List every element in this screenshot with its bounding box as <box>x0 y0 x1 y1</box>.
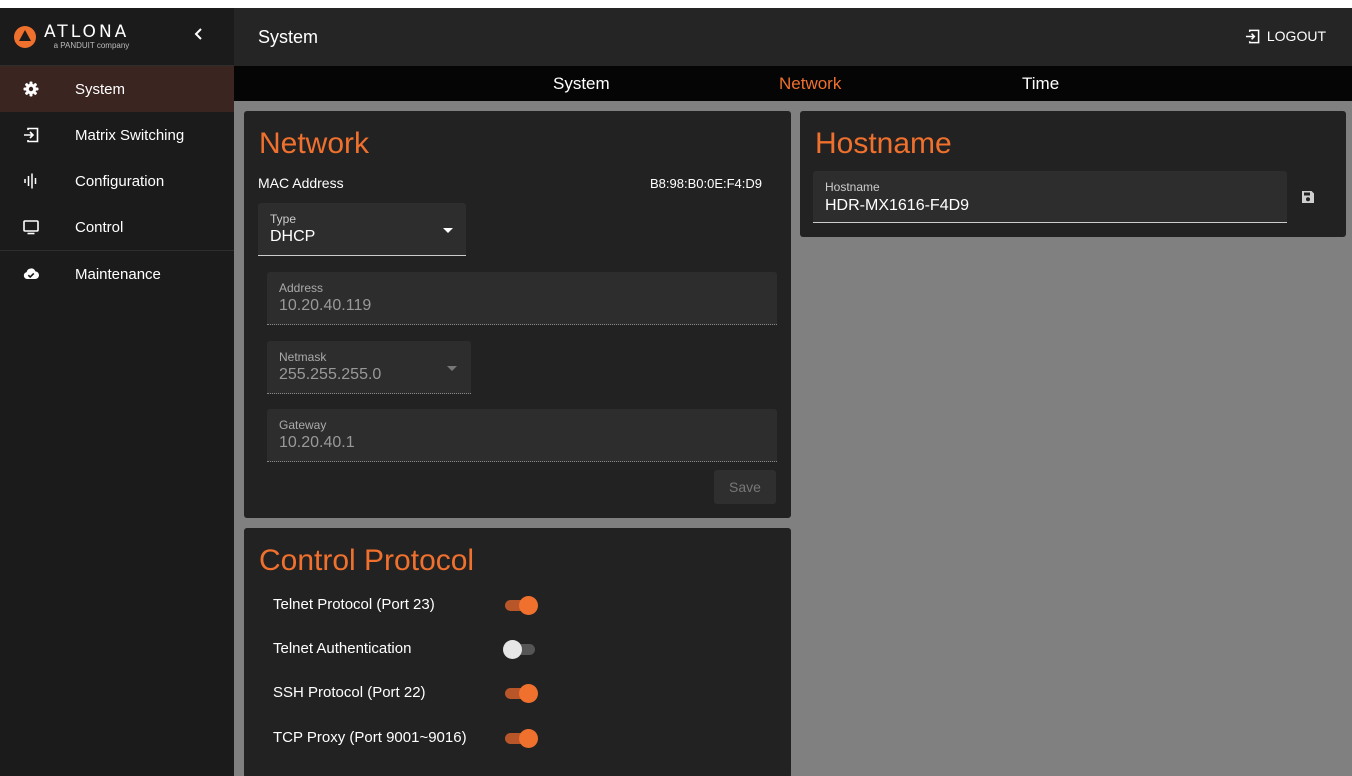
brand: ATLONA a PANDUIT company <box>0 8 234 66</box>
gateway-field: Gateway 10.20.40.1 <box>267 409 777 462</box>
monitor-icon <box>23 219 39 235</box>
ssh-protocol-toggle[interactable] <box>503 683 539 703</box>
toggle-label: SSH Protocol (Port 22) <box>273 684 426 701</box>
toggle-row: Telnet Authentication <box>273 638 573 660</box>
toggle-label: TCP Proxy (Port 9001~9016) <box>273 729 467 746</box>
hostname-label: Hostname <box>825 180 880 194</box>
type-select[interactable]: Type DHCP <box>258 203 466 256</box>
address-field: Address 10.20.40.119 <box>267 272 777 325</box>
atlona-logo-icon <box>14 25 36 48</box>
hostname-field[interactable]: Hostname HDR-MX1616-F4D9 <box>813 171 1287 223</box>
equalizer-icon <box>23 173 39 189</box>
netmask-select: Netmask 255.255.255.0 <box>267 341 471 394</box>
logout-button[interactable]: LOGOUT <box>1245 28 1326 44</box>
sidebar: ATLONA a PANDUIT company System Matrix S… <box>0 8 234 776</box>
sidebar-item-configuration[interactable]: Configuration <box>0 158 234 204</box>
tab-bar: System Network Time <box>234 66 1352 101</box>
type-value: DHCP <box>270 228 316 245</box>
cloud-check-icon <box>23 266 40 282</box>
sidebar-item-label: System <box>75 80 126 98</box>
sidebar-item-matrix-switching[interactable]: Matrix Switching <box>0 112 234 158</box>
toggle-row: SSH Protocol (Port 22) <box>273 682 573 704</box>
tcp-proxy-toggle[interactable] <box>503 728 539 748</box>
telnet-authentication-toggle[interactable] <box>503 639 539 659</box>
hostname-value: HDR-MX1616-F4D9 <box>825 197 970 214</box>
network-title: Network <box>259 127 370 160</box>
toggle-row: TCP Proxy (Port 9001~9016) <box>273 727 573 749</box>
gear-icon <box>23 81 39 97</box>
tab-time[interactable]: Time <box>1022 74 1059 94</box>
address-value: 10.20.40.119 <box>279 297 372 314</box>
logout-label: LOGOUT <box>1266 28 1326 44</box>
dropdown-caret-icon <box>443 228 453 233</box>
sidebar-item-label: Maintenance <box>75 265 161 283</box>
tab-system[interactable]: System <box>553 74 610 94</box>
netmask-label: Netmask <box>279 350 327 364</box>
logo-word: ATLONA <box>44 22 130 42</box>
sidebar-item-label: Control <box>75 218 124 236</box>
chevron-left-icon[interactable] <box>189 27 209 47</box>
logo-sub: a PANDUIT company <box>53 41 130 50</box>
address-label: Address <box>279 281 324 295</box>
dropdown-caret-icon <box>447 366 457 371</box>
sidebar-item-label: Configuration <box>75 172 165 190</box>
app-header: System LOGOUT <box>234 8 1352 66</box>
toggle-label: Telnet Protocol (Port 23) <box>273 596 435 613</box>
control-protocol-title: Control Protocol <box>259 544 475 577</box>
toggle-label: Telnet Authentication <box>273 640 412 657</box>
top-strip <box>0 0 1352 8</box>
logo: ATLONA a PANDUIT company <box>44 23 129 50</box>
toggle-row: Telnet Protocol (Port 23) <box>273 594 573 616</box>
sidebar-item-system[interactable]: System <box>0 66 234 112</box>
save-icon[interactable] <box>1301 190 1315 204</box>
type-label: Type <box>270 212 297 226</box>
hostname-title: Hostname <box>815 127 952 160</box>
sidebar-item-label: Matrix Switching <box>75 126 185 144</box>
logout-icon <box>1245 29 1260 43</box>
tab-network[interactable]: Network <box>779 74 841 94</box>
save-button[interactable]: Save <box>714 470 776 504</box>
telnet-protocol-toggle[interactable] <box>503 595 539 615</box>
page-title: System <box>258 27 319 47</box>
input-icon <box>23 127 39 143</box>
gateway-label: Gateway <box>279 418 327 432</box>
mac-address-value: B8:98:B0:0E:F4:D9 <box>650 176 763 191</box>
mac-address-label: MAC Address <box>258 175 344 191</box>
sidebar-item-control[interactable]: Control <box>0 204 234 250</box>
netmask-value: 255.255.255.0 <box>279 366 382 383</box>
sidebar-item-maintenance[interactable]: Maintenance <box>0 251 234 297</box>
gateway-value: 10.20.40.1 <box>279 434 355 451</box>
